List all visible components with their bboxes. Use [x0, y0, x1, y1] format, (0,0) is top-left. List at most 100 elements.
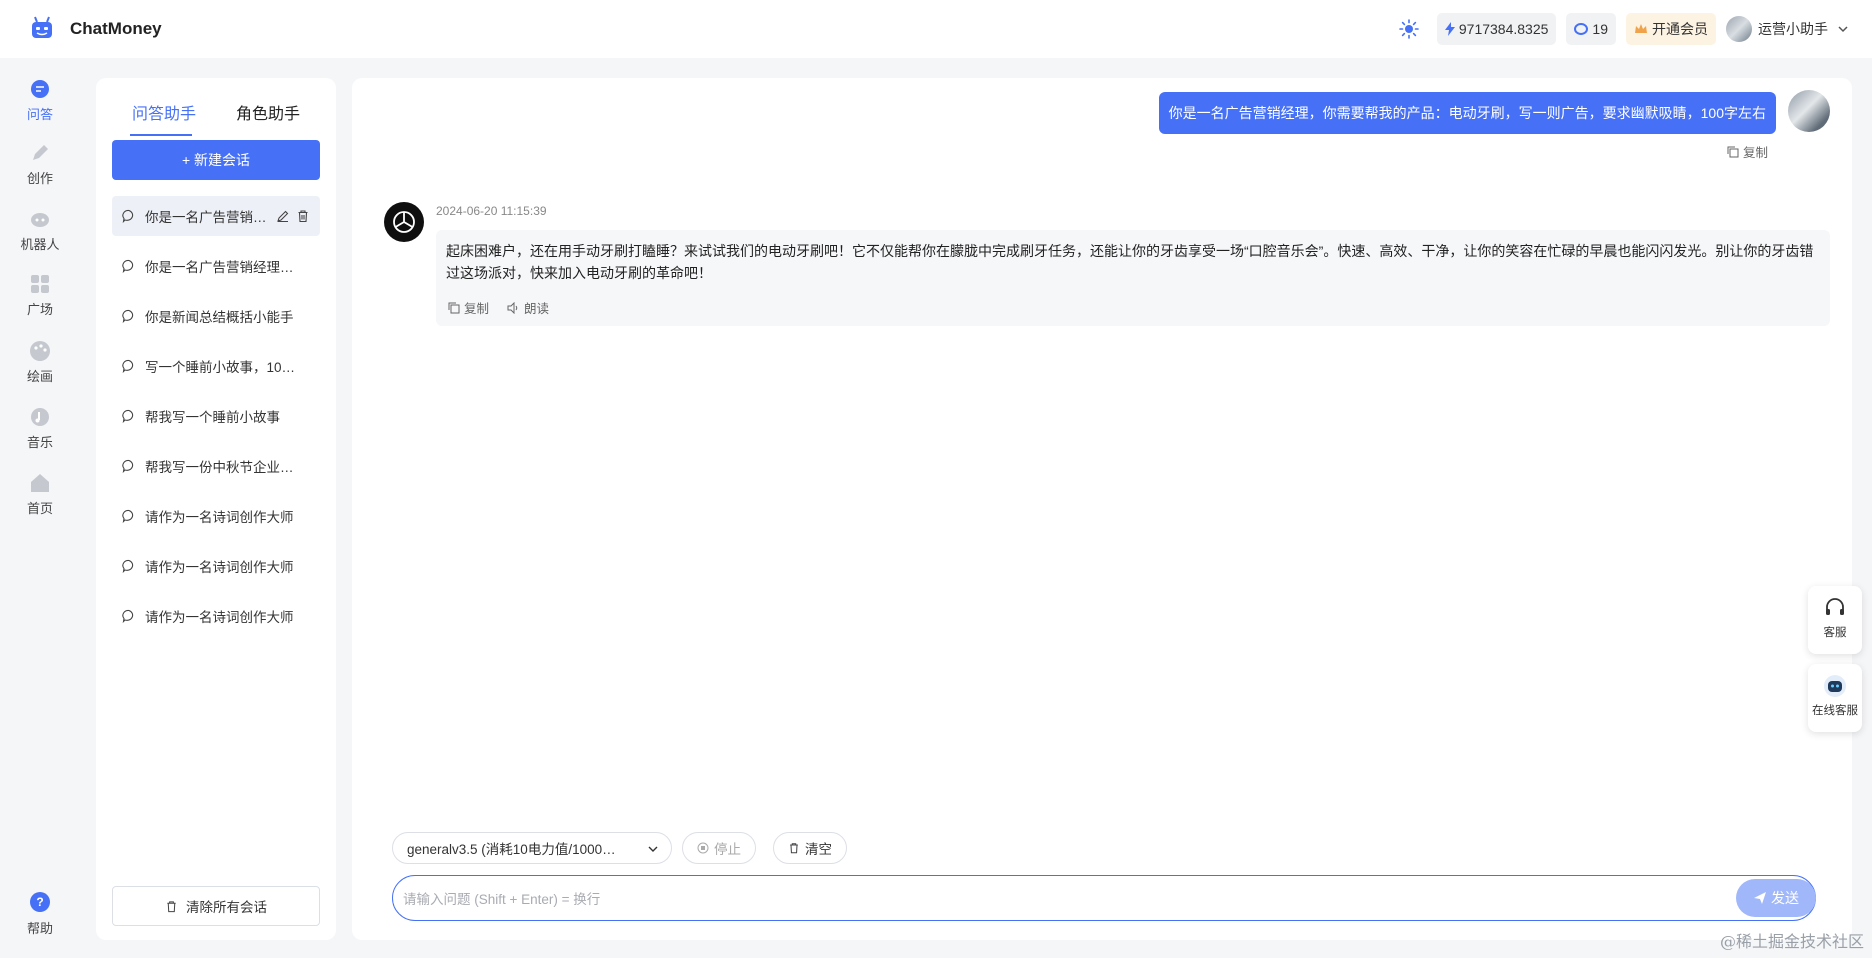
robot-logo-icon — [32, 16, 52, 38]
new-session-button[interactable]: + 新建会话 — [112, 140, 320, 180]
pencil-icon — [33, 145, 48, 160]
token-chip[interactable]: 19 — [1566, 13, 1616, 45]
session-label: 写一个睡前小故事，100字 — [145, 360, 300, 375]
list-item[interactable]: 你是一名广告营销经理，你需要帮我的产品 — [112, 246, 320, 286]
customer-service-button[interactable]: 客服 — [1808, 586, 1862, 654]
nav-label: 机器人 — [20, 237, 60, 252]
stop-button[interactable]: 停止 — [682, 832, 756, 864]
list-item[interactable]: 请作为一名诗词创作大师 — [112, 596, 320, 636]
nav-label: 创作 — [26, 171, 53, 186]
bot-message-actions: 复制 朗读 — [448, 298, 549, 317]
copy-label: 复制 — [464, 302, 490, 316]
session-label: 你是一名广告营销经理，你需要帮我的产品 — [145, 210, 270, 225]
tab-qa-assistant[interactable]: 问答助手 — [132, 100, 196, 124]
clear-all-sessions-button[interactable]: 清除所有会话 — [112, 886, 320, 926]
lightning-icon — [1444, 22, 1455, 36]
nav-item-square[interactable]: 广场 — [0, 273, 80, 318]
headset-icon — [1826, 598, 1844, 615]
chevron-down-icon — [648, 846, 658, 852]
model-label: generalv3.5 (消耗10电力值/1000字符) — [407, 842, 627, 857]
nav-label: 首页 — [26, 501, 53, 516]
robot-icon — [31, 213, 49, 227]
session-label: 请作为一名诗词创作大师 — [145, 610, 294, 625]
stop-icon — [697, 842, 709, 854]
session-label: 帮我写一个睡前小故事 — [145, 410, 280, 425]
trash-icon — [790, 843, 798, 854]
list-item[interactable]: 帮我写一个睡前小故事 — [112, 396, 320, 436]
avatar — [1788, 90, 1830, 132]
chat-outline-icon — [122, 309, 134, 323]
chat-outline-icon — [122, 259, 134, 273]
nav-label: 音乐 — [26, 435, 53, 450]
nav-item-robot[interactable]: 机器人 — [0, 208, 80, 253]
model-select[interactable]: generalv3.5 (消耗10电力值/1000字符) — [392, 832, 672, 864]
user-name: 运营小助手 — [1758, 21, 1828, 37]
copy-icon — [448, 302, 460, 313]
session-label: 你是一名广告营销经理，你需要帮我的产品 — [145, 260, 300, 275]
copy-user-message-button[interactable]: 复制 — [1727, 142, 1768, 161]
nav-item-draw[interactable]: 绘画 — [0, 340, 80, 385]
clear-button[interactable]: 清空 — [773, 832, 847, 864]
chat-outline-icon — [122, 209, 134, 223]
online-service-label: 在线客服 — [1812, 705, 1858, 717]
top-header: ChatMoney 9717384.8325 19 开通会员 运营小助手 — [0, 0, 1872, 58]
session-list: 你是一名广告营销经理，你需要帮我的产品 你是一名广告营销经理，你需要帮我的产品 … — [112, 196, 320, 646]
token-value: 19 — [1592, 21, 1608, 37]
list-item[interactable]: 写一个睡前小故事，100字 — [112, 346, 320, 386]
user-message: 你是一名广告营销经理，你需要帮我的产品：电动牙刷，写一则广告，要求幽默吸睛，10… — [1158, 92, 1776, 134]
read-aloud-button[interactable]: 朗读 — [507, 298, 549, 317]
session-label: 请作为一名诗词创作大师 — [145, 560, 294, 575]
chat-outline-icon — [122, 409, 134, 423]
sun-icon[interactable] — [1399, 19, 1419, 39]
trash-icon[interactable] — [296, 209, 310, 223]
chat-bubble-icon — [31, 80, 49, 98]
service-label: 客服 — [1823, 627, 1847, 639]
clear-label: 清空 — [805, 842, 832, 857]
list-item[interactable]: 请作为一名诗词创作大师 — [112, 546, 320, 586]
sessions-panel: 问答助手 角色助手 + 新建会话 你是一名广告营销经理，你需要帮我的产品 你是一… — [96, 78, 336, 940]
home-icon — [31, 474, 49, 492]
grid-icon — [31, 275, 49, 293]
online-service-button[interactable]: 在线客服 — [1808, 664, 1862, 732]
vip-label: 开通会员 — [1652, 21, 1708, 37]
balance-chip[interactable]: 9717384.8325 — [1436, 13, 1557, 45]
tab-role-assistant[interactable]: 角色助手 — [236, 100, 300, 124]
read-label: 朗读 — [524, 302, 550, 316]
copy-label: 复制 — [1742, 146, 1768, 160]
avatar — [1726, 16, 1752, 42]
vip-button[interactable]: 开通会员 — [1626, 13, 1716, 45]
send-icon — [1754, 892, 1766, 904]
copy-bot-message-button[interactable]: 复制 — [448, 298, 489, 317]
help-button[interactable]: ? 帮助 — [0, 892, 80, 937]
nav-item-home[interactable]: 首页 — [0, 472, 80, 517]
list-item[interactable]: 请作为一名诗词创作大师 — [112, 496, 320, 536]
list-item[interactable]: 你是新闻总结概括小能手 — [112, 296, 320, 336]
user-menu[interactable]: 运营小助手 — [1726, 16, 1850, 42]
chat-outline-icon — [122, 459, 134, 473]
nav-item-qa[interactable]: 问答 — [0, 78, 80, 123]
chat-outline-icon — [122, 609, 134, 623]
message-input[interactable]: 请输入问题 (Shift + Enter) = 换行 — [392, 875, 1816, 921]
chevron-down-icon — [1838, 26, 1848, 33]
music-icon — [31, 408, 49, 426]
edit-icon[interactable] — [276, 209, 290, 223]
brand-name: ChatMoney — [70, 19, 162, 38]
send-button[interactable]: 发送 — [1736, 879, 1816, 917]
nav-item-create[interactable]: 创作 — [0, 142, 80, 187]
copy-icon — [1727, 146, 1739, 157]
palette-icon — [30, 341, 50, 361]
nav-label: 广场 — [26, 302, 53, 317]
chat-panel: 你是一名广告营销经理，你需要帮我的产品：电动牙刷，写一则广告，要求幽默吸睛，10… — [352, 78, 1852, 940]
clear-all-label: 清除所有会话 — [186, 900, 267, 915]
nav-label: 绘画 — [26, 369, 53, 384]
nav-item-music[interactable]: 音乐 — [0, 406, 80, 451]
robot-icon — [1824, 675, 1846, 697]
help-icon: ? — [30, 892, 50, 912]
bot-avatar — [384, 202, 424, 242]
message-timestamp: 2024-06-20 11:15:39 — [436, 204, 547, 218]
list-item[interactable]: 你是一名广告营销经理，你需要帮我的产品 — [112, 196, 320, 236]
openai-icon — [393, 211, 415, 233]
list-item[interactable]: 帮我写一份中秋节企业祝福 — [112, 446, 320, 486]
send-label: 发送 — [1771, 890, 1799, 906]
brand-logo[interactable]: ChatMoney — [28, 15, 162, 43]
